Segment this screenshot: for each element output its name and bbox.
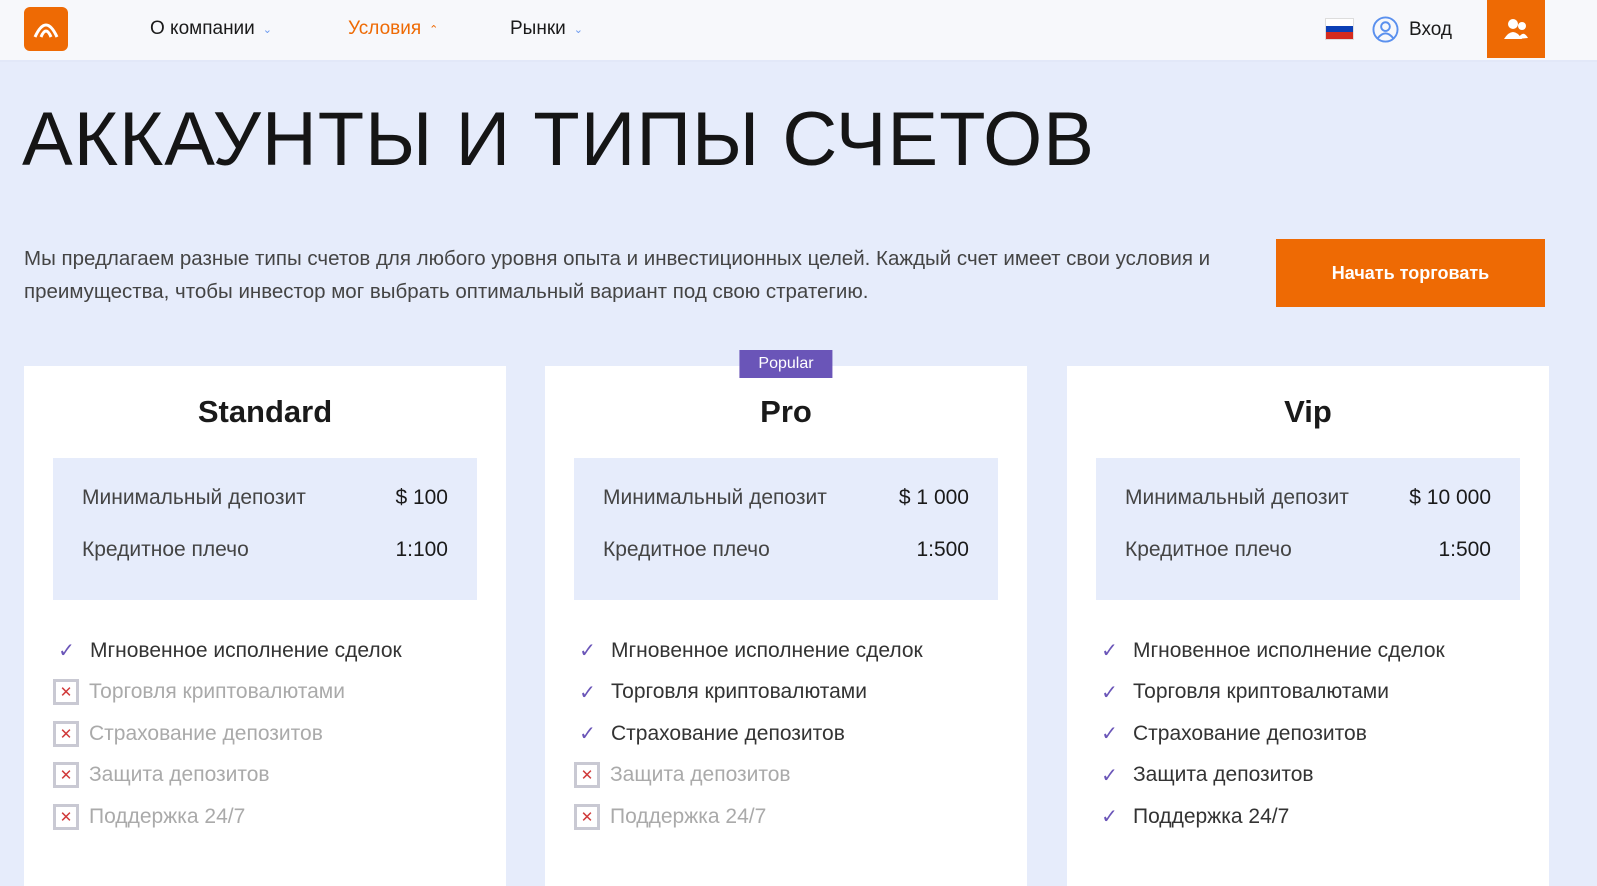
check-icon: ✓ xyxy=(1101,806,1118,829)
feature-list: ✓ Мгновенное исполнение сделок ✓ Торговля к… xyxy=(574,630,998,838)
account-button[interactable] xyxy=(1487,0,1545,58)
chevron-up-icon: ⌃ xyxy=(429,23,439,36)
feature-item: ✕ Защита депозитов xyxy=(574,755,998,797)
feature-label: Поддержка 24/7 xyxy=(89,804,246,828)
leverage-label: Кредитное плечо xyxy=(603,538,770,561)
cross-icon: ✕ xyxy=(53,762,79,789)
feature-list: ✓ Мгновенное исполнение сделок ✕ Торговля к… xyxy=(53,630,477,838)
deposit-value: $ 1 000 xyxy=(898,486,969,509)
check-icon: ✓ xyxy=(1101,681,1118,704)
check-icon: ✓ xyxy=(1101,723,1118,746)
plan-terms: Минимальный депозит $ 1 000 Кредитное пле… xyxy=(574,458,998,600)
nav-label: Условия xyxy=(348,18,422,39)
feature-label: Страхование депозитов xyxy=(89,721,323,745)
feature-label: Страхование депозитов xyxy=(1133,721,1367,745)
plan-name: Vip xyxy=(1284,394,1332,429)
check-icon: ✓ xyxy=(579,723,596,746)
feature-item: ✓ Поддержка 24/7 xyxy=(1096,796,1520,838)
feature-label: Поддержка 24/7 xyxy=(610,804,767,828)
start-trading-button[interactable]: Начать торговать xyxy=(1276,239,1545,307)
plan-card-vip: Vip Минимальный депозит $ 10 000 Кредитно… xyxy=(1067,366,1549,886)
deposit-value: $ 10 000 xyxy=(1409,486,1491,509)
cross-icon: ✕ xyxy=(53,720,79,747)
deposit-value: $ 100 xyxy=(395,486,448,509)
feature-label: Мгновенное исполнение сделок xyxy=(90,638,402,662)
feature-label: Торговля криптовалютами xyxy=(89,680,345,704)
feature-item: ✓ Мгновенное исполнение сделок xyxy=(53,630,477,672)
feature-item: ✓ Мгновенное исполнение сделок xyxy=(574,630,998,672)
top-header: О компании ⌄ Условия ⌃ Рынки ⌄ Вход xyxy=(0,0,1597,62)
chevron-down-icon: ⌄ xyxy=(573,23,583,36)
feature-list: ✓ Мгновенное исполнение сделок ✓ Торговля к… xyxy=(1096,630,1520,838)
plan-terms: Минимальный депозит $ 100 Кредитное плечо… xyxy=(53,458,477,600)
cross-icon: ✕ xyxy=(574,762,600,789)
feature-item: ✕ Поддержка 24/7 xyxy=(53,796,477,838)
feature-label: Поддержка 24/7 xyxy=(1133,804,1290,828)
feature-item: ✕ Торговля криптовалютами xyxy=(53,672,477,714)
cross-icon: ✕ xyxy=(53,679,79,706)
chevron-down-icon: ⌄ xyxy=(262,23,273,36)
plan-card-pro: Popular Pro Минимальный депозит $ 1 000 Кр… xyxy=(545,350,1027,886)
feature-item: ✓ Страхование депозитов xyxy=(1096,713,1520,755)
leverage-value: 1:500 xyxy=(1438,538,1491,561)
check-icon: ✓ xyxy=(1101,764,1118,787)
russian-flag-icon[interactable] xyxy=(1325,18,1354,40)
intro-text: Мы предлагаем разные типы счетов для люб… xyxy=(24,247,1211,303)
feature-item: ✕ Страхование депозитов xyxy=(53,713,477,755)
feature-item: ✓ Страхование депозитов xyxy=(574,713,998,755)
users-icon xyxy=(1504,19,1528,39)
nav-about[interactable]: О компании ⌄ xyxy=(150,18,272,40)
login-link[interactable]: Вход xyxy=(1372,16,1452,43)
plan-card-standard: Standard Минимальный депозит $ 100 Кредит… xyxy=(24,366,506,886)
check-icon: ✓ xyxy=(1101,640,1118,663)
plan-name: Pro xyxy=(760,394,812,429)
nav-label: Рынки xyxy=(510,18,566,39)
check-icon: ✓ xyxy=(579,681,596,704)
nav-label: О компании xyxy=(150,18,255,39)
cross-icon: ✕ xyxy=(574,803,600,830)
feature-item: ✓ Торговля криптовалютами xyxy=(1096,672,1520,714)
plan-name: Standard xyxy=(197,394,333,429)
feature-label: Торговля криптовалютами xyxy=(611,680,867,704)
deposit-label: Минимальный депозит xyxy=(603,486,827,509)
feature-item: ✓ Защита депозитов xyxy=(1096,755,1520,797)
feature-item: ✕ Защита депозитов xyxy=(53,755,477,797)
deposit-label: Минимальный депозит xyxy=(82,486,306,509)
feature-item: ✓ Мгновенное исполнение сделок xyxy=(1096,630,1520,672)
leverage-value: 1:500 xyxy=(916,538,969,561)
check-icon: ✓ xyxy=(579,640,596,663)
plan-terms: Минимальный депозит $ 10 000 Кредитное пл… xyxy=(1096,458,1520,600)
login-label: Вход xyxy=(1409,18,1452,40)
feature-label: Защита депозитов xyxy=(89,763,270,787)
nav-markets[interactable]: Рынки ⌄ xyxy=(510,18,583,40)
popular-badge: Popular xyxy=(739,350,833,378)
check-icon: ✓ xyxy=(58,640,75,663)
leverage-label: Кредитное плечо xyxy=(1125,538,1292,561)
feature-item: ✕ Поддержка 24/7 xyxy=(574,796,998,838)
deposit-label: Минимальный депозит xyxy=(1125,486,1349,509)
leverage-value: 1:100 xyxy=(395,538,448,561)
feature-label: Мгновенное исполнение сделок xyxy=(611,638,923,662)
logo-icon xyxy=(33,23,59,38)
user-circle-icon xyxy=(1372,16,1399,43)
feature-label: Защита депозитов xyxy=(1133,763,1314,787)
feature-label: Страхование депозитов xyxy=(611,721,845,745)
cross-icon: ✕ xyxy=(53,803,79,830)
leverage-label: Кредитное плечо xyxy=(82,538,249,561)
feature-item: ✓ Торговля криптовалютами xyxy=(574,672,998,714)
page-title: АККАУНТЫ И ТИПЫ СЧЕТОВ xyxy=(22,97,1095,182)
feature-label: Мгновенное исполнение сделок xyxy=(1133,638,1445,662)
logo[interactable] xyxy=(24,7,68,51)
feature-label: Торговля криптовалютами xyxy=(1133,680,1389,704)
nav-conditions[interactable]: Условия ⌃ xyxy=(348,18,438,40)
feature-label: Защита депозитов xyxy=(610,763,791,787)
